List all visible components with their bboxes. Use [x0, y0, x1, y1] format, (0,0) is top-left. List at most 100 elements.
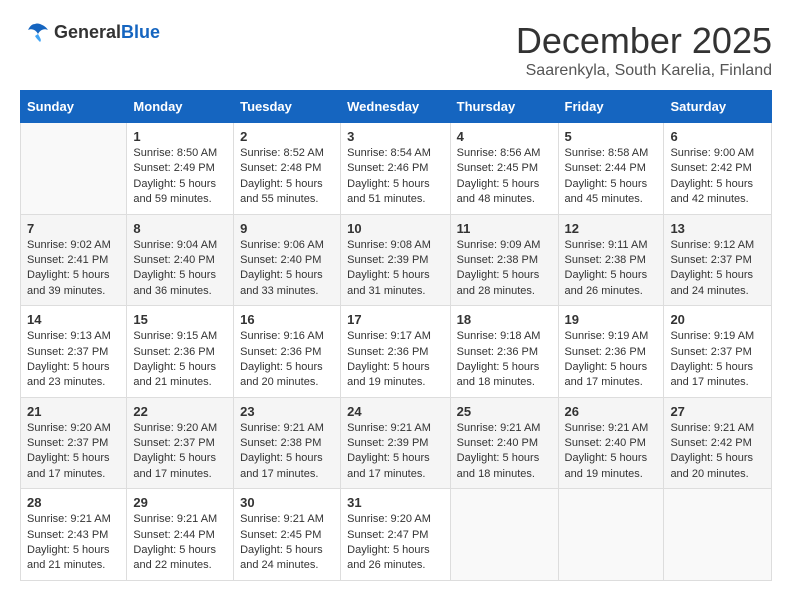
day-info: Sunrise: 8:58 AMSunset: 2:44 PMDaylight:…: [565, 146, 658, 208]
day-number: 27: [670, 404, 765, 419]
day-info: Sunrise: 9:21 AMSunset: 2:44 PMDaylight:…: [133, 512, 227, 574]
calendar-cell: 7 Sunrise: 9:02 AMSunset: 2:41 PMDaylight…: [21, 214, 127, 306]
calendar-cell: [450, 489, 558, 581]
day-number: 10: [347, 221, 444, 236]
day-number: 16: [240, 312, 334, 327]
weekday-header-row: SundayMondayTuesdayWednesdayThursdayFrid…: [21, 91, 772, 123]
day-number: 3: [347, 129, 444, 144]
location-subtitle: Saarenkyla, South Karelia, Finland: [516, 62, 772, 80]
weekday-header-monday: Monday: [127, 91, 234, 123]
day-info: Sunrise: 8:50 AMSunset: 2:49 PMDaylight:…: [133, 146, 227, 208]
day-number: 20: [670, 312, 765, 327]
calendar-cell: 27Sunrise: 9:21 AMSunset: 2:42 PMDayligh…: [664, 397, 772, 489]
day-info: Sunrise: 9:20 AMSunset: 2:37 PMDaylight:…: [133, 421, 227, 483]
title-section: December 2025 Saarenkyla, South Karelia,…: [516, 20, 772, 80]
calendar-body: 1 Sunrise: 8:50 AMSunset: 2:49 PMDaylight…: [21, 123, 772, 581]
weekday-header-tuesday: Tuesday: [234, 91, 341, 123]
calendar-cell: 23 Sunrise: 9:21 AMSunset: 2:38 PMDayligh…: [234, 397, 341, 489]
calendar-cell: 10 Sunrise: 9:08 AMSunset: 2:39 PMDayligh…: [341, 214, 451, 306]
calendar-cell: 4Sunrise: 8:56 AMSunset: 2:45 PMDaylight…: [450, 123, 558, 215]
day-info: Sunrise: 8:52 AMSunset: 2:48 PMDaylight:…: [240, 146, 334, 208]
page-header: GeneralBlue December 2025 Saarenkyla, So…: [20, 20, 772, 80]
calendar-week-3: 14Sunrise: 9:13 AMSunset: 2:37 PMDayligh…: [21, 306, 772, 398]
day-number: 23: [240, 404, 334, 419]
calendar-cell: 13Sunrise: 9:12 AMSunset: 2:37 PMDayligh…: [664, 214, 772, 306]
day-info: Sunrise: 8:54 AMSunset: 2:46 PMDaylight:…: [347, 146, 444, 208]
calendar-cell: [21, 123, 127, 215]
day-number: 31: [347, 495, 444, 510]
day-number: 18: [457, 312, 552, 327]
calendar-cell: 12Sunrise: 9:11 AMSunset: 2:38 PMDayligh…: [558, 214, 664, 306]
calendar-cell: 18 Sunrise: 9:18 AMSunset: 2:36 PMDayligh…: [450, 306, 558, 398]
calendar-table: SundayMondayTuesdayWednesdayThursdayFrid…: [20, 90, 772, 581]
day-info: Sunrise: 9:11 AMSunset: 2:38 PMDaylight:…: [565, 238, 658, 300]
day-number: 29: [133, 495, 227, 510]
calendar-cell: 17 Sunrise: 9:17 AMSunset: 2:36 PMDayligh…: [341, 306, 451, 398]
day-info: Sunrise: 9:17 AMSunset: 2:36 PMDaylight:…: [347, 329, 444, 391]
day-info: Sunrise: 9:21 AMSunset: 2:39 PMDaylight:…: [347, 421, 444, 483]
day-info: Sunrise: 9:06 AMSunset: 2:40 PMDaylight:…: [240, 238, 334, 300]
day-info: Sunrise: 9:21 AMSunset: 2:43 PMDaylight:…: [27, 512, 120, 574]
day-info: Sunrise: 9:00 AMSunset: 2:42 PMDaylight:…: [670, 146, 765, 208]
weekday-header-sunday: Sunday: [21, 91, 127, 123]
day-number: 9: [240, 221, 334, 236]
day-info: Sunrise: 9:02 AMSunset: 2:41 PMDaylight:…: [27, 238, 120, 300]
day-info: Sunrise: 9:19 AMSunset: 2:37 PMDaylight:…: [670, 329, 765, 391]
day-number: 17: [347, 312, 444, 327]
calendar-cell: 14Sunrise: 9:13 AMSunset: 2:37 PMDayligh…: [21, 306, 127, 398]
day-info: Sunrise: 9:09 AMSunset: 2:38 PMDaylight:…: [457, 238, 552, 300]
day-info: Sunrise: 9:16 AMSunset: 2:36 PMDaylight:…: [240, 329, 334, 391]
day-number: 6: [670, 129, 765, 144]
calendar-cell: 16 Sunrise: 9:16 AMSunset: 2:36 PMDayligh…: [234, 306, 341, 398]
day-number: 11: [457, 221, 552, 236]
logo-blue: Blue: [121, 22, 160, 42]
weekday-header-thursday: Thursday: [450, 91, 558, 123]
calendar-cell: 21Sunrise: 9:20 AMSunset: 2:37 PMDayligh…: [21, 397, 127, 489]
calendar-week-2: 7 Sunrise: 9:02 AMSunset: 2:41 PMDaylight…: [21, 214, 772, 306]
day-info: Sunrise: 9:21 AMSunset: 2:40 PMDaylight:…: [565, 421, 658, 483]
day-number: 26: [565, 404, 658, 419]
calendar-week-1: 1 Sunrise: 8:50 AMSunset: 2:49 PMDaylight…: [21, 123, 772, 215]
day-info: Sunrise: 9:20 AMSunset: 2:37 PMDaylight:…: [27, 421, 120, 483]
day-info: Sunrise: 9:18 AMSunset: 2:36 PMDaylight:…: [457, 329, 552, 391]
calendar-cell: 15Sunrise: 9:15 AMSunset: 2:36 PMDayligh…: [127, 306, 234, 398]
day-number: 22: [133, 404, 227, 419]
calendar-cell: 19Sunrise: 9:19 AMSunset: 2:36 PMDayligh…: [558, 306, 664, 398]
day-info: Sunrise: 8:56 AMSunset: 2:45 PMDaylight:…: [457, 146, 552, 208]
weekday-header-saturday: Saturday: [664, 91, 772, 123]
calendar-cell: 5 Sunrise: 8:58 AMSunset: 2:44 PMDaylight…: [558, 123, 664, 215]
calendar-cell: 29 Sunrise: 9:21 AMSunset: 2:44 PMDayligh…: [127, 489, 234, 581]
day-info: Sunrise: 9:13 AMSunset: 2:37 PMDaylight:…: [27, 329, 120, 391]
calendar-cell: 26 Sunrise: 9:21 AMSunset: 2:40 PMDayligh…: [558, 397, 664, 489]
logo-text: GeneralBlue: [54, 22, 160, 43]
calendar-cell: [664, 489, 772, 581]
day-number: 30: [240, 495, 334, 510]
day-number: 24: [347, 404, 444, 419]
calendar-cell: [558, 489, 664, 581]
calendar-cell: 6 Sunrise: 9:00 AMSunset: 2:42 PMDaylight…: [664, 123, 772, 215]
day-number: 28: [27, 495, 120, 510]
logo-general: General: [54, 22, 121, 42]
day-info: Sunrise: 9:08 AMSunset: 2:39 PMDaylight:…: [347, 238, 444, 300]
day-number: 25: [457, 404, 552, 419]
calendar-cell: 20 Sunrise: 9:19 AMSunset: 2:37 PMDayligh…: [664, 306, 772, 398]
day-number: 1: [133, 129, 227, 144]
calendar-week-4: 21Sunrise: 9:20 AMSunset: 2:37 PMDayligh…: [21, 397, 772, 489]
calendar-header: SundayMondayTuesdayWednesdayThursdayFrid…: [21, 91, 772, 123]
day-info: Sunrise: 9:21 AMSunset: 2:38 PMDaylight:…: [240, 421, 334, 483]
calendar-cell: 1 Sunrise: 8:50 AMSunset: 2:49 PMDaylight…: [127, 123, 234, 215]
day-number: 5: [565, 129, 658, 144]
day-number: 2: [240, 129, 334, 144]
calendar-cell: 8Sunrise: 9:04 AMSunset: 2:40 PMDaylight…: [127, 214, 234, 306]
calendar-cell: 30Sunrise: 9:21 AMSunset: 2:45 PMDayligh…: [234, 489, 341, 581]
calendar-cell: 3 Sunrise: 8:54 AMSunset: 2:46 PMDaylight…: [341, 123, 451, 215]
calendar-cell: 24 Sunrise: 9:21 AMSunset: 2:39 PMDayligh…: [341, 397, 451, 489]
day-number: 7: [27, 221, 120, 236]
day-number: 8: [133, 221, 227, 236]
day-info: Sunrise: 9:20 AMSunset: 2:47 PMDaylight:…: [347, 512, 444, 574]
logo: GeneralBlue: [20, 20, 160, 44]
logo-icon: [20, 20, 50, 44]
day-info: Sunrise: 9:19 AMSunset: 2:36 PMDaylight:…: [565, 329, 658, 391]
day-info: Sunrise: 9:21 AMSunset: 2:40 PMDaylight:…: [457, 421, 552, 483]
day-number: 15: [133, 312, 227, 327]
